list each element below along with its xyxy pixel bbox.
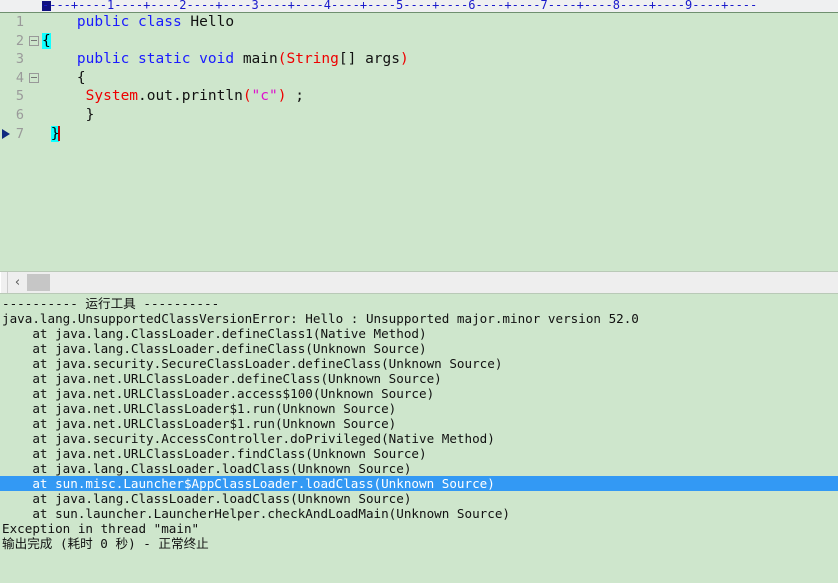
line-number: 5 [15, 88, 24, 105]
code-token: "c" [251, 88, 278, 105]
code-token: } [42, 106, 95, 123]
line-number: 6 [15, 106, 24, 123]
line-number: 7 [15, 125, 24, 142]
output-line[interactable]: java.lang.UnsupportedClassVersionError: … [0, 311, 838, 326]
code-line[interactable]: 4 { [0, 69, 838, 88]
code-line-text: public static void main(String[] args) [42, 50, 409, 69]
output-line[interactable]: ---------- 运行工具 ---------- [0, 296, 838, 311]
code-token: [] args [338, 51, 400, 68]
output-line[interactable]: at java.lang.ClassLoader.loadClass(Unkno… [0, 491, 838, 506]
output-line[interactable]: at java.net.URLClassLoader$1.run(Unknown… [0, 401, 838, 416]
code-line-text: public class Hello [42, 13, 234, 32]
output-line[interactable]: at java.lang.ClassLoader.defineClass1(Na… [0, 326, 838, 341]
code-token: ) [399, 51, 409, 68]
output-line[interactable]: at java.lang.ClassLoader.loadClass(Unkno… [0, 461, 838, 476]
code-token: ; [286, 88, 304, 105]
run-output-panel[interactable]: ---------- 运行工具 ---------- java.lang.Unsu… [0, 294, 838, 583]
line-number: 2 [15, 32, 24, 49]
code-token: Hello [181, 14, 235, 30]
code-line[interactable]: 6 } [0, 106, 838, 125]
code-line[interactable]: 1 public class Hello [0, 13, 838, 32]
line-number: 3 [15, 51, 24, 68]
code-token: public [76, 51, 130, 68]
code-token: class [138, 14, 182, 30]
code-line[interactable]: 2{ [0, 32, 838, 51]
code-line-text: } [42, 125, 61, 144]
column-ruler: ----+----1----+----2----+----3----+----4… [0, 0, 838, 13]
output-line[interactable]: at java.lang.ClassLoader.defineClass(Unk… [0, 341, 838, 356]
scrollbar-track[interactable] [27, 272, 838, 293]
code-line-text: } [42, 106, 95, 125]
code-line[interactable]: 3 public static void main(String[] args) [0, 50, 838, 69]
code-token: { [42, 69, 86, 86]
output-line[interactable]: at java.security.AccessController.doPriv… [0, 431, 838, 446]
code-line[interactable]: 7 } [0, 125, 838, 144]
code-token: public [76, 14, 130, 30]
code-token: .out.println [138, 88, 243, 105]
line-number: 1 [15, 14, 24, 30]
editor-window: ----+----1----+----2----+----3----+----4… [0, 0, 838, 583]
code-fold-toggle-icon[interactable] [29, 35, 39, 46]
editor-horizontal-scrollbar[interactable]: ‹ [0, 271, 838, 294]
code-line-text: System.out.println("c") ; [42, 87, 304, 106]
text-caret [58, 125, 61, 141]
code-token: ( [242, 88, 252, 105]
output-line[interactable]: at java.net.URLClassLoader.access$100(Un… [0, 386, 838, 401]
code-token: { [42, 32, 51, 49]
code-token: void [199, 51, 235, 68]
ruler-scale-text: ----+----1----+----2----+----3----+----4… [42, 0, 758, 12]
code-token: System [85, 88, 139, 105]
code-token: main [234, 51, 278, 68]
scrollbar-thumb[interactable] [27, 274, 50, 291]
output-line[interactable]: at java.net.URLClassLoader.findClass(Unk… [0, 446, 838, 461]
code-token: String [286, 51, 339, 68]
output-line[interactable]: at java.net.URLClassLoader$1.run(Unknown… [0, 416, 838, 431]
code-editor-area[interactable]: 1 public class Hello 2{3 public static vo… [0, 13, 838, 271]
output-line[interactable]: at java.security.SecureClassLoader.defin… [0, 356, 838, 371]
code-line[interactable]: 5 System.out.println("c") ; [0, 87, 838, 106]
output-line[interactable]: at sun.launcher.LauncherHelper.checkAndL… [0, 506, 838, 521]
line-number: 4 [15, 69, 24, 86]
output-line[interactable]: 输出完成 (耗时 0 秒) - 正常终止 [0, 536, 838, 551]
output-line[interactable]: at java.net.URLClassLoader.defineClass(U… [0, 371, 838, 386]
output-line[interactable]: Exception in thread "main" [0, 521, 838, 536]
scrollbar-corner [0, 272, 8, 293]
code-line-text: { [42, 32, 51, 51]
code-token: static [138, 51, 191, 68]
code-line-text: { [42, 69, 86, 88]
code-fold-toggle-icon[interactable] [29, 72, 39, 83]
output-line-selected[interactable]: at sun.misc.Launcher$AppClassLoader.load… [0, 476, 838, 491]
scroll-left-arrow-icon[interactable]: ‹ [8, 272, 27, 293]
